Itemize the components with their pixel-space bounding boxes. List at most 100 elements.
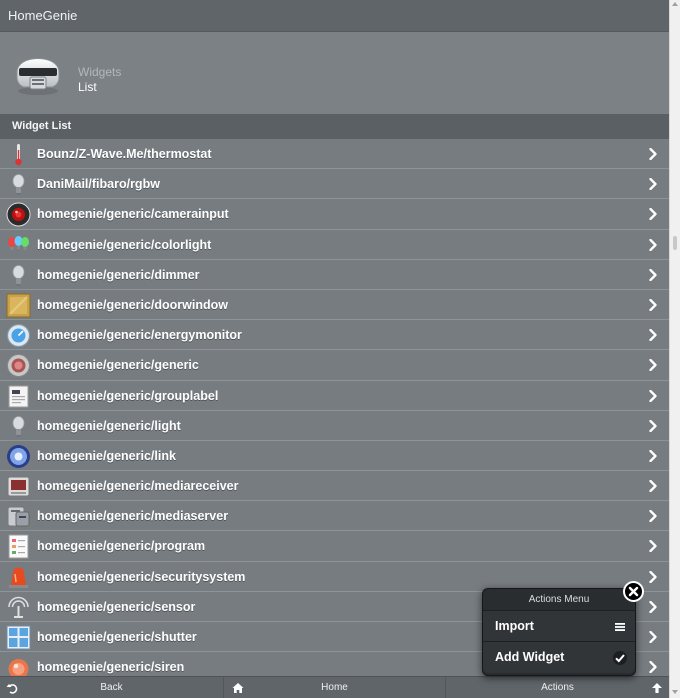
chevron-right-icon (649, 178, 657, 191)
widget-item-label: homegenie/generic/mediaserver (37, 509, 229, 524)
widget-list-item[interactable]: homegenie/generic/doorwindow (0, 289, 669, 321)
close-icon[interactable] (623, 581, 644, 602)
vertical-scrollbar[interactable] (669, 0, 680, 698)
actions-button[interactable]: Actions (446, 677, 669, 698)
scroll-up-arrow-icon[interactable] (672, 2, 678, 6)
chevron-right-icon (649, 480, 657, 493)
widget-item-label: homegenie/generic/dimmer (37, 267, 200, 282)
home-button[interactable]: Home (224, 677, 446, 698)
widget-list-item[interactable]: homegenie/generic/dimmer (0, 259, 669, 290)
widget-list-item[interactable]: homegenie/generic/mediareceiver (0, 471, 669, 502)
widget-list-item[interactable]: homegenie/generic/program (0, 531, 669, 562)
link-icon (7, 444, 30, 468)
chevron-right-icon (649, 600, 657, 613)
widget-item-label: homegenie/generic/link (37, 448, 176, 463)
lightbulb-icon (12, 415, 25, 437)
lightbulb-icon (12, 264, 25, 286)
camera-icon (6, 202, 31, 227)
page-header: Widgets List (0, 32, 669, 114)
menu-lines-icon (615, 623, 625, 631)
lightbulb-icon (12, 174, 25, 196)
header-subtitle: Widgets (78, 65, 122, 79)
door-window-icon (6, 293, 31, 318)
program-icon (8, 534, 29, 559)
chevron-right-icon (649, 268, 657, 281)
widget-list-item[interactable]: homegenie/generic/camerainput (0, 199, 669, 230)
widget-item-label: homegenie/generic/energymonitor (37, 328, 242, 343)
widget-item-label: homegenie/generic/siren (37, 660, 185, 675)
widget-item-label: Bounz/Z-Wave.Me/thermostat (37, 147, 212, 161)
widget-list-item[interactable]: homegenie/generic/mediaserver (0, 501, 669, 532)
chevron-right-icon (649, 449, 657, 462)
section-label: Widget List (12, 120, 72, 132)
widget-item-label: homegenie/generic/colorlight (37, 237, 212, 252)
shutter-window-icon (6, 625, 31, 650)
group-label-icon (8, 385, 29, 407)
arrow-up-icon (652, 683, 662, 693)
widget-item-label: homegenie/generic/sensor (37, 599, 196, 614)
widget-list-item[interactable]: homegenie/generic/energymonitor (0, 320, 669, 351)
widget-list-item[interactable]: homegenie/generic/link (0, 440, 669, 472)
widget-item-label: homegenie/generic/securitysystem (37, 569, 246, 584)
energy-meter-icon (6, 324, 31, 348)
chevron-right-icon (649, 570, 657, 583)
media-server-icon (7, 506, 30, 527)
back-button[interactable]: Back (0, 677, 224, 698)
footer-toolbar: Back Home Actions (0, 676, 669, 698)
app-title-bar: HomeGenie (0, 0, 669, 32)
widget-item-label: homegenie/generic/generic (37, 358, 199, 373)
back-label: Back (100, 682, 123, 693)
widget-list-header: Widget List (0, 114, 669, 139)
thermometer-icon (15, 144, 22, 166)
sensor-antenna-icon (8, 596, 29, 618)
chevron-right-icon (649, 329, 657, 342)
chevron-right-icon (649, 540, 657, 553)
siren-light-icon (9, 567, 28, 588)
actions-menu-popup: Actions Menu Import Add Widget (482, 588, 636, 676)
header-title: List (78, 80, 97, 94)
chevron-right-icon (649, 238, 657, 251)
chevron-right-icon (649, 631, 657, 643)
color-bulbs-icon (8, 235, 29, 250)
chevron-right-icon (649, 510, 657, 523)
chevron-right-icon (649, 208, 657, 221)
widget-list-item[interactable]: DaniMail/fibaro/rgbw (0, 169, 669, 200)
widget-item-label: homegenie/generic/grouplabel (37, 388, 219, 403)
back-arrow-icon (6, 684, 18, 694)
widget-item-label: homegenie/generic/light (37, 418, 181, 433)
import-menu-item[interactable]: Import (483, 611, 635, 642)
chevron-right-icon (649, 148, 657, 160)
checkmark-icon (613, 651, 627, 665)
chevron-right-icon (649, 661, 657, 674)
widget-list-item[interactable]: homegenie/generic/colorlight (0, 229, 669, 260)
widget-item-label: homegenie/generic/mediareceiver (37, 479, 239, 494)
generic-module-icon (7, 354, 30, 378)
app-window: HomeGenie Widgets List Widget List Bounz… (0, 0, 680, 698)
widget-list-item[interactable]: homegenie/generic/generic (0, 350, 669, 381)
widget-item-label: DaniMail/fibaro/rgbw (37, 177, 160, 192)
chevron-right-icon (649, 389, 657, 402)
widget-list-item[interactable]: homegenie/generic/grouplabel (0, 380, 669, 411)
widget-item-label: homegenie/generic/doorwindow (37, 297, 228, 312)
chevron-right-icon (649, 419, 657, 432)
widget-item-label: homegenie/generic/shutter (37, 630, 197, 644)
chevron-right-icon (649, 359, 657, 372)
siren-icon (8, 659, 29, 676)
widget-list-item[interactable]: Bounz/Z-Wave.Me/thermostat (0, 139, 669, 170)
scroll-thumb[interactable] (673, 236, 677, 250)
media-receiver-icon (7, 476, 30, 497)
widget-item-label: homegenie/generic/camerainput (37, 207, 229, 222)
scroll-down-arrow-icon[interactable] (672, 690, 678, 694)
app-title: HomeGenie (8, 8, 78, 23)
chevron-right-icon (649, 298, 657, 311)
add-widget-menu-item[interactable]: Add Widget (483, 642, 635, 673)
home-icon (232, 683, 244, 693)
actions-menu-title: Actions Menu (483, 589, 635, 611)
home-label: Home (321, 682, 348, 693)
widget-item-label: homegenie/generic/program (37, 539, 206, 554)
actions-label: Actions (541, 682, 574, 693)
import-label: Import (495, 619, 534, 633)
widget-list-item[interactable]: homegenie/generic/light (0, 410, 669, 441)
add-widget-label: Add Widget (495, 650, 565, 664)
header-text: Widgets List (78, 65, 121, 95)
